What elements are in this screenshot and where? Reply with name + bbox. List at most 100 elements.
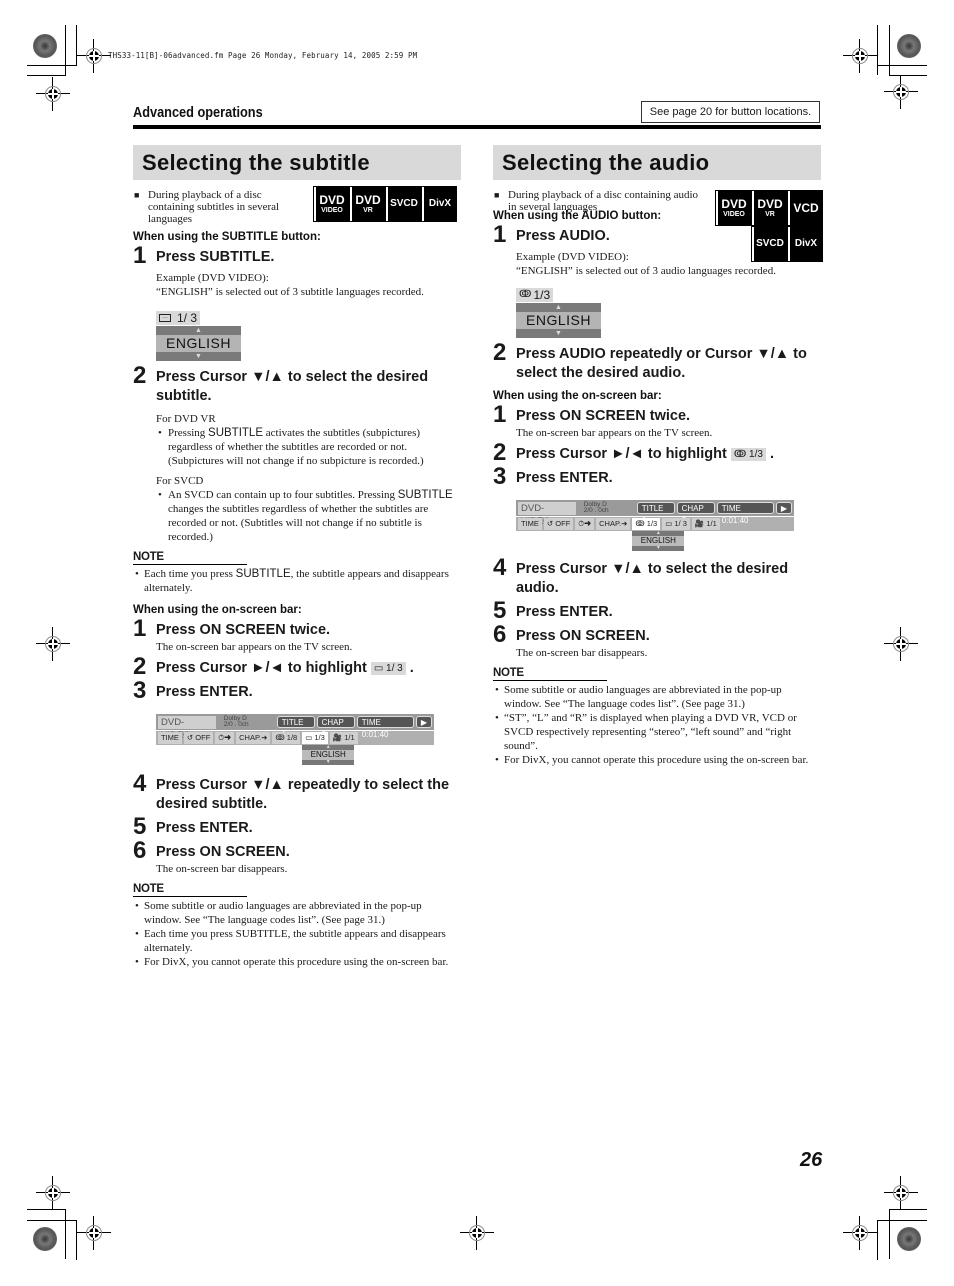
registration-mark-icon: [460, 1216, 494, 1250]
text: Press Cursor ►/◄ to highlight: [156, 660, 367, 676]
osd-time-mode[interactable]: TIME: [158, 732, 182, 744]
osd-time-mode[interactable]: TIME: [518, 518, 542, 530]
crop-line: [877, 25, 878, 75]
osd-next-icon[interactable]: ▶: [415, 716, 432, 728]
crop-line: [889, 1209, 890, 1259]
step-text: Press ON SCREEN twice.: [156, 622, 331, 638]
popup-box: ▲ ENGLISH ▼: [156, 326, 241, 361]
subhead-subtitle-button: When using the SUBTITLE button:: [133, 231, 321, 243]
registration-disc-icon: [897, 1227, 921, 1251]
badge-label: SVCD: [390, 198, 418, 209]
step-text: Press ENTER.: [516, 604, 613, 620]
osd-time: TIME 0:01:40: [356, 716, 414, 739]
osd-chapter: CHAP 3: [316, 716, 355, 739]
disc-badges: DVD VIDEO DVD VR VCD SVCD DivX: [710, 190, 823, 262]
osd-next-icon[interactable]: ▶: [775, 502, 792, 514]
note-title: NOTE: [133, 883, 247, 897]
step-text: Press AUDIO.: [516, 228, 610, 244]
badge-dvd-vr: DVD VR: [751, 190, 787, 226]
section-title: Selecting the audio: [493, 145, 821, 180]
osd-repeat[interactable]: ↺ OFF: [183, 732, 214, 744]
step-desc: The on-screen bar appears on the TV scre…: [156, 641, 353, 653]
step: 2 Press Cursor ►/◄ to highlight ↂ 1/3 .: [493, 439, 821, 466]
osd-time: TIME 0:01:40: [716, 502, 774, 525]
badge-sublabel: VIDEO: [723, 211, 745, 218]
crop-line: [65, 25, 66, 75]
step-text: Press ENTER.: [156, 684, 253, 700]
badge-label: DVD: [721, 197, 747, 211]
step-number: 5: [133, 813, 147, 840]
badge-vcd: VCD: [787, 190, 823, 226]
section-title: Selecting the subtitle: [133, 145, 461, 180]
badge-label: VCD: [793, 201, 819, 215]
osd-title: TITLE 1: [276, 716, 315, 739]
section-header: Advanced operations: [133, 104, 263, 121]
osd-chapter: CHAP 3: [676, 502, 715, 525]
popup-count: 1/ 3: [177, 311, 198, 325]
step-number: 1: [493, 401, 507, 428]
intro: During playback of a disc containing aud…: [493, 189, 823, 262]
registration-disc-icon: [33, 34, 57, 58]
osd-chapter-search[interactable]: CHAP.➜: [236, 732, 271, 744]
intro-text: During playback of a disc containing aud…: [493, 189, 698, 213]
note-item: Each time you press SUBTITLE, the subtit…: [133, 927, 461, 955]
badge-label: DVD: [757, 197, 783, 211]
note-item: Each time you press SUBTITLE, the subtit…: [133, 567, 461, 595]
arrow-down-icon: ▼: [555, 329, 562, 337]
registration-mark-icon: [36, 77, 70, 111]
osd-angle[interactable]: 🎥 1/1: [691, 518, 720, 530]
step-number: 6: [493, 621, 507, 648]
note-item: For DivX, you cannot operate this proced…: [133, 955, 461, 969]
crop-line: [27, 75, 66, 76]
badge-label: DVD: [355, 193, 381, 207]
crop-line: [889, 1209, 927, 1210]
text: 2/0 . 0ch: [223, 721, 249, 728]
arrow-down-icon: ▼: [632, 546, 685, 551]
badge-label: DivX: [794, 238, 818, 249]
osd-time-search[interactable]: ⏱➜: [215, 732, 235, 744]
osd-subtitle[interactable]: ▭ 1/3: [302, 732, 328, 744]
step-text: Press Cursor ▼/▲ to select the desired a…: [516, 561, 789, 596]
crop-line: [27, 1209, 66, 1210]
note-item: For DivX, you cannot operate this proced…: [493, 753, 821, 767]
note-item: Some subtitle or audio languages are abb…: [133, 899, 461, 927]
crop-line: [27, 65, 77, 66]
crop-line: [877, 1220, 878, 1260]
step-text: Press Cursor ▼/▲ repeatedly to select th…: [156, 777, 450, 812]
step: 1 Press ON SCREEN twice.: [493, 401, 821, 428]
note-list: Some subtitle or audio languages are abb…: [133, 899, 461, 969]
note-title: NOTE: [493, 667, 607, 681]
step-number: 1: [133, 242, 147, 269]
osd-subtitle[interactable]: ▭ 1/ 3: [662, 518, 690, 530]
note-title: NOTE: [133, 551, 247, 565]
osd-audio[interactable]: ↂ 1/3: [632, 518, 661, 530]
dvdvr-label: For DVD VR: [156, 413, 216, 425]
osd-audio-format: Dolby D 2/0 . 0ch: [584, 501, 633, 515]
registration-mark-icon: [843, 1216, 877, 1250]
step-number: 4: [133, 770, 147, 797]
step-number: 3: [493, 463, 507, 490]
text: An SVCD can contain up to four subtitles…: [168, 489, 398, 501]
osd-control-row: TIME ↺ OFF ⏱➜ CHAP.➜ ↂ 1/8 ▭ 1/3 🎥 1/1: [156, 731, 434, 745]
osd-repeat[interactable]: ↺ OFF: [543, 518, 574, 530]
header-rule: [133, 125, 821, 129]
intro: During playback of a disc containing sub…: [133, 186, 461, 229]
step-number: 2: [493, 439, 507, 466]
badge-sublabel: VIDEO: [321, 207, 343, 214]
osd-angle[interactable]: 🎥 1/1: [329, 732, 358, 744]
badge-svcd: SVCD: [385, 186, 421, 222]
badge-dvd-vr: DVD VR: [349, 186, 385, 222]
audio-popup: ↂ 1/3 ▲ ENGLISH ▼: [516, 284, 601, 338]
step-desc: The on-screen bar appears on the TV scre…: [516, 427, 713, 439]
osd-audio[interactable]: ↂ 1/8: [272, 732, 301, 744]
step-number: 6: [133, 837, 147, 864]
osd-chapter-search[interactable]: CHAP.➜: [596, 518, 631, 530]
registration-mark-icon: [77, 1216, 111, 1250]
page-number: 26: [800, 1149, 823, 1171]
popup-language: ENGLISH: [156, 335, 241, 352]
on-screen-bar: DVD-VIDEODolby D2/0 . 0chTITLE 1CHAP 3TI…: [156, 714, 434, 765]
step-text: Press ENTER.: [156, 820, 253, 836]
osd-time-search[interactable]: ⏱➜: [575, 518, 595, 530]
subhead-on-screen-bar: When using the on-screen bar:: [133, 604, 302, 616]
registration-mark-icon: [36, 627, 70, 661]
